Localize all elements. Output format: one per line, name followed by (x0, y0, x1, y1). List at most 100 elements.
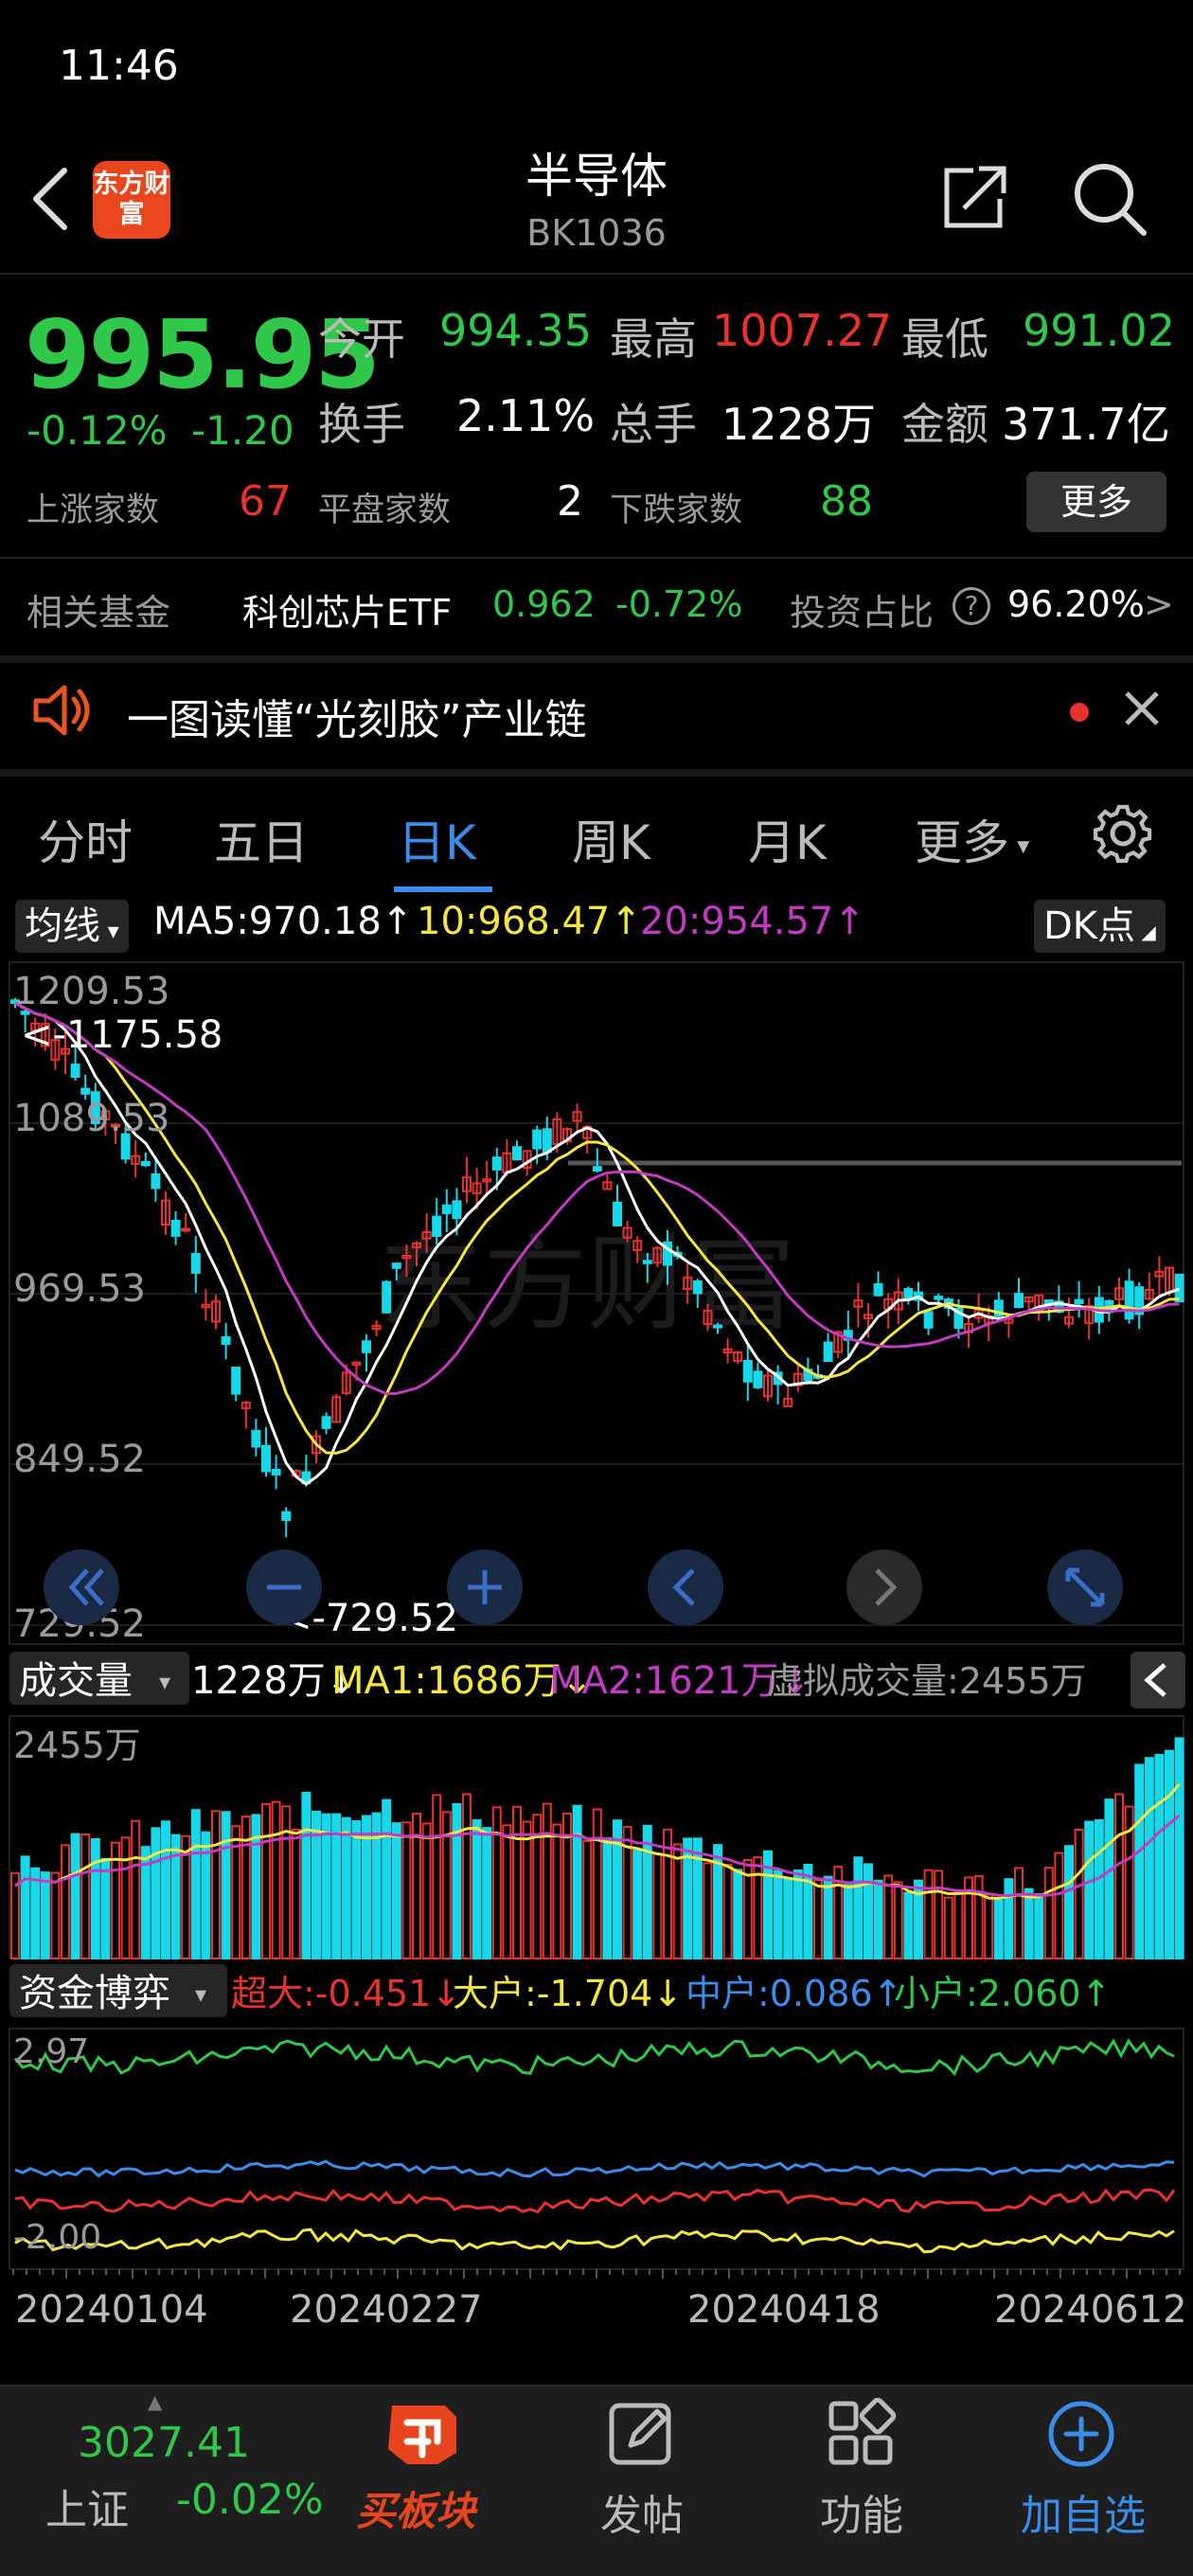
volume-bar (341, 1816, 351, 1959)
collapse-panel-button[interactable] (1131, 1652, 1185, 1708)
change-percent: -0.12% (27, 407, 168, 454)
volume-bar (491, 1806, 502, 1960)
volume-bar (1084, 1820, 1095, 1959)
volume-bar (331, 1813, 342, 1960)
volume-bar (1174, 1737, 1184, 1959)
flat-count-label: 平盘家数 (318, 492, 452, 529)
virtual-volume: 虚拟成交量:2455万 (767, 1660, 1087, 1702)
volume-bar (873, 1879, 883, 1960)
capital-axis-max: 2.97 (13, 2032, 89, 2071)
candle-body (1124, 1280, 1134, 1320)
news-headline[interactable]: 一图读懂“光刻胶”产业链 (127, 686, 587, 746)
turnover-label: 换手 (318, 399, 405, 450)
page-title: 半导体 (525, 149, 668, 204)
index-name[interactable]: 上证 (45, 2476, 129, 2536)
zoom-in-button[interactable] (447, 1549, 523, 1625)
fund-arrow[interactable]: > (1144, 583, 1174, 625)
sector-code: BK1036 (526, 212, 667, 254)
fund-name[interactable]: 科创芯片ETF (242, 583, 452, 635)
scroll-left-button[interactable] (648, 1549, 723, 1625)
index-value[interactable]: 3027.41 (78, 2419, 250, 2467)
fullscreen-button[interactable] (1047, 1549, 1123, 1625)
functions-button[interactable]: 功能 (820, 2481, 903, 2542)
tab-minute[interactable]: 分时 (38, 805, 133, 873)
volume-bar (773, 1869, 783, 1960)
search-button[interactable] (1070, 159, 1149, 239)
candle-body (441, 1204, 452, 1215)
investment-ratio-label[interactable]: 投资占比 (790, 583, 934, 635)
high-label: 最高 (610, 313, 697, 365)
indicator-selector[interactable]: 均线 ▾ (15, 900, 129, 953)
chart-settings-button[interactable] (1089, 799, 1157, 868)
share-icon (944, 166, 1006, 228)
volume-bar (190, 1809, 201, 1960)
tab-five-day[interactable]: 五日 (214, 805, 309, 873)
candle-body (321, 1416, 331, 1429)
volume-bar (271, 1800, 281, 1960)
candle-body (432, 1215, 442, 1238)
volume-bar (120, 1836, 131, 1959)
candle-body (873, 1283, 883, 1297)
tab-more[interactable]: 更多 ▾ (915, 805, 1029, 873)
candle-body (742, 1359, 753, 1383)
share-button[interactable] (935, 159, 1011, 235)
volume-bar (70, 1833, 80, 1959)
index-change: -0.02% (176, 2476, 324, 2524)
low-label: 最低 (901, 313, 988, 365)
candle-body (823, 1341, 833, 1363)
volume-bar (853, 1856, 864, 1960)
volume-bar (943, 1896, 953, 1960)
up-count-label: 上涨家数 (27, 492, 160, 529)
volume-bar (462, 1793, 472, 1959)
add-watchlist-button[interactable]: 加自选 (1021, 2481, 1146, 2542)
buy-sector-button[interactable]: 买板块 (356, 2479, 475, 2537)
open-label: 今开 (318, 313, 405, 365)
zoom-out-button[interactable] (246, 1549, 322, 1625)
volume-bar (291, 1828, 301, 1960)
tab-week-k[interactable]: 周K (572, 805, 650, 873)
scroll-start-button[interactable] (44, 1549, 119, 1625)
volume-bar (240, 1816, 251, 1959)
candle-body (140, 1160, 151, 1167)
volume-bar (753, 1856, 763, 1960)
fund-price: 0.962 (492, 583, 596, 625)
candle-body (80, 1087, 91, 1095)
volume-bar (1094, 1818, 1104, 1959)
volume-bar (672, 1843, 683, 1959)
tab-more-label: 更多 (915, 815, 1009, 870)
capital-super: 超大:-0.451↓ (231, 1973, 461, 2014)
scroll-right-button[interactable] (846, 1549, 922, 1625)
dk-point-label: DK点 (1043, 904, 1136, 948)
date-tick-4: 20240612 (994, 2288, 1187, 2332)
volume-bar (1024, 1887, 1034, 1960)
max-price-annotation: <-1175.58 (21, 1013, 223, 1057)
ma20-value: 20:954.57↑ (640, 900, 865, 943)
price-tick-2: 1089.53 (13, 1097, 169, 1140)
candle-body (1014, 1293, 1024, 1309)
volume-bar (161, 1820, 170, 1959)
dk-point-button[interactable]: DK点 ◢ (1034, 900, 1166, 953)
amount-value: 371.7亿 (1002, 399, 1170, 450)
volume-bar (722, 1863, 733, 1959)
volume-bar (572, 1804, 582, 1960)
close-news-button[interactable] (1121, 688, 1163, 729)
indicator-label: 均线 (25, 904, 100, 948)
kline-chart[interactable]: 东方财富 1209.53 1089.53 969.53 849.52 729.5… (0, 951, 1193, 2576)
post-button[interactable]: 发帖 (600, 2481, 684, 2542)
more-stats-button[interactable]: 更多 (1026, 472, 1166, 532)
volume-bar (522, 1820, 532, 1959)
candle-body (151, 1172, 161, 1190)
help-icon[interactable]: ? (953, 587, 990, 625)
volume-bar (1004, 1878, 1014, 1960)
add-circle-icon (1045, 2398, 1117, 2470)
volume-bar (1043, 1867, 1054, 1959)
tab-month-k[interactable]: 月K (748, 805, 827, 873)
volume-bar (301, 1791, 312, 1960)
candle-body (903, 1288, 914, 1299)
candle-body (181, 1227, 191, 1232)
speaker-icon (32, 684, 93, 737)
candle-body (190, 1253, 201, 1274)
price-tick-3: 969.53 (13, 1267, 146, 1311)
tab-day-k[interactable]: 日K (398, 805, 476, 873)
capital-mid: 中户:0.086↑ (686, 1973, 902, 2014)
